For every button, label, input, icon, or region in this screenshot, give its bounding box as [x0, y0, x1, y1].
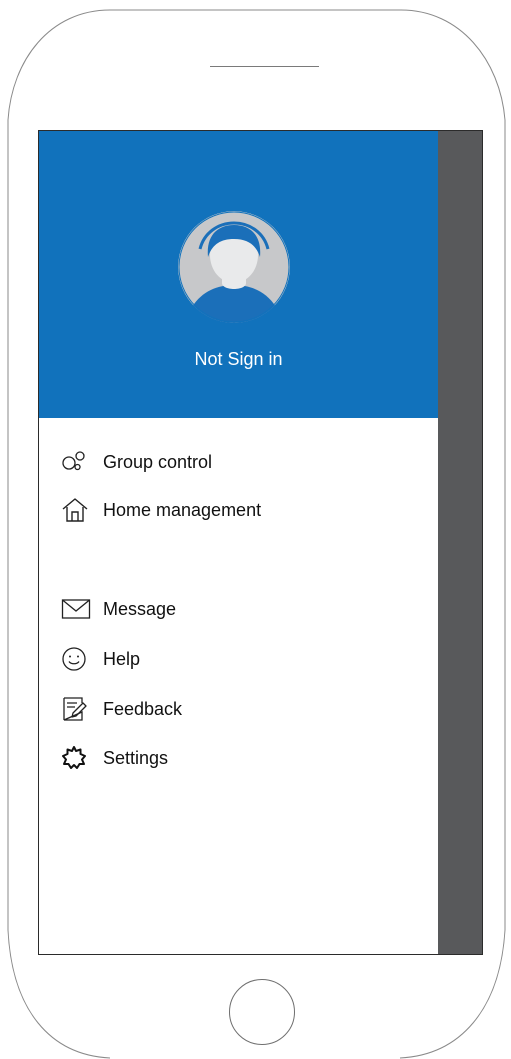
home-button[interactable]: [229, 979, 295, 1045]
smiley-icon: [61, 646, 91, 672]
gear-icon: [61, 745, 91, 771]
menu-item-group-control[interactable]: Group control: [61, 447, 212, 477]
menu-item-label: Settings: [103, 747, 169, 768]
feedback-icon: [61, 696, 91, 722]
speaker-slot: [210, 66, 319, 67]
envelope-icon: [61, 596, 91, 622]
phone-screen: Not Sign in Group control Home managemen…: [38, 130, 483, 955]
menu-item-label: Home management: [103, 499, 262, 520]
menu-item-settings[interactable]: Settings: [61, 743, 168, 773]
navigation-drawer: Not Sign in Group control Home managemen…: [39, 131, 438, 954]
group-control-icon: [61, 449, 91, 475]
avatar[interactable]: [178, 211, 290, 323]
menu-item-label: Group control: [103, 451, 213, 472]
menu-item-label: Help: [103, 648, 141, 669]
menu-item-message[interactable]: Message: [61, 594, 176, 624]
sign-in-status[interactable]: Not Sign in: [39, 349, 438, 370]
home-icon: [61, 497, 91, 523]
profile-header: Not Sign in: [39, 131, 438, 418]
drawer-scrim[interactable]: [438, 131, 482, 954]
menu-item-label: Feedback: [103, 698, 183, 719]
menu-item-label: Message: [103, 598, 177, 619]
menu-item-help[interactable]: Help: [61, 644, 140, 674]
menu-item-feedback[interactable]: Feedback: [61, 694, 182, 724]
user-avatar-icon: [178, 211, 290, 323]
menu-item-home-management[interactable]: Home management: [61, 495, 261, 525]
